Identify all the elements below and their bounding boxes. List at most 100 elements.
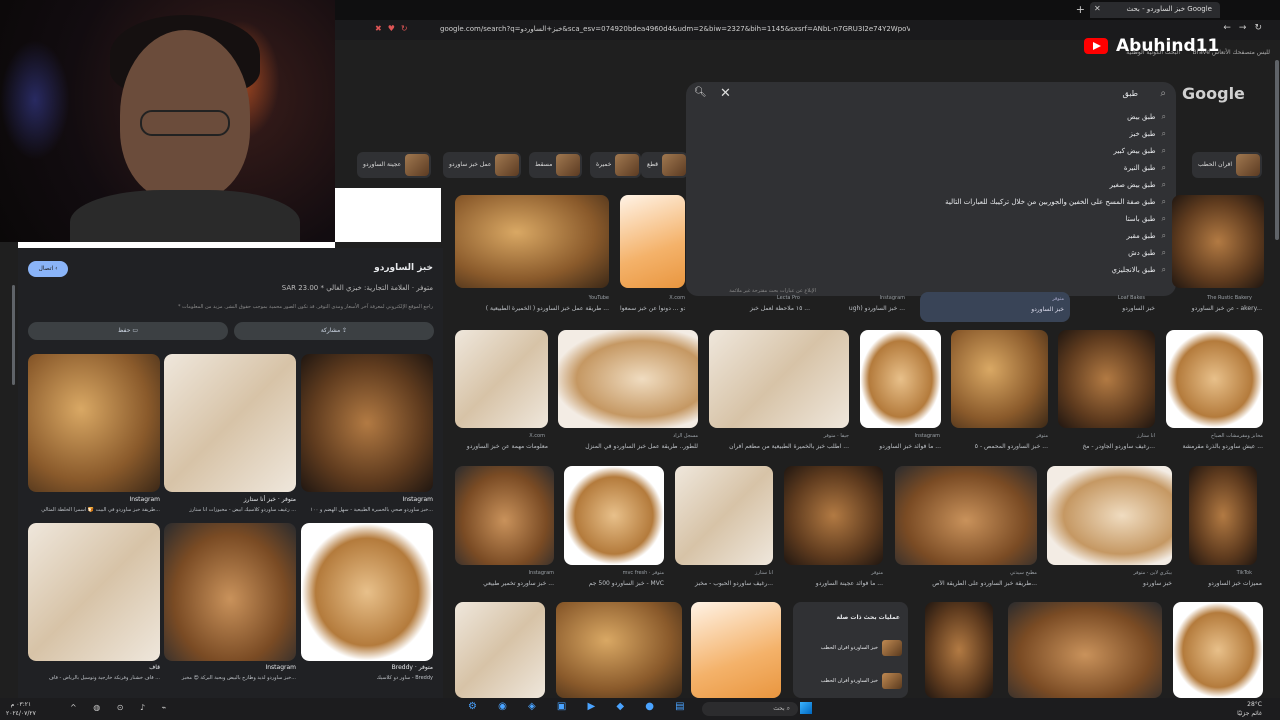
result-caption[interactable]: خبز الساوردو	[1080, 305, 1155, 312]
result-caption[interactable]: ما فوائد خبز الساوردو ...	[860, 443, 941, 450]
result-caption[interactable]: عيش ساوردو بالذرة مقرمشة ...	[1166, 443, 1263, 450]
result-selected[interactable]: متوفر خبز الساوردو	[920, 292, 1070, 322]
navigation-icons[interactable]: ←→↻	[1223, 23, 1270, 33]
result-caption[interactable]: طريقة عمل خبز الساوردو ( الخميرة الطبيعي…	[455, 305, 609, 312]
panel-image-caption[interactable]: خبز ساوردو صحي بالخميرة الطبيعية - سهل ا…	[301, 507, 433, 513]
panel-image[interactable]	[28, 354, 160, 492]
chip[interactable]: عمل خبز ساوردو	[443, 152, 522, 178]
suggestion-item[interactable]: طبق باستا ⌕	[1126, 214, 1166, 231]
search-icon[interactable]: 🔍︎	[694, 87, 707, 98]
panel-image-caption[interactable]: ساور دو كلاسيك - Breddy	[301, 675, 433, 681]
panel-title[interactable]: خبز الساوردو	[374, 263, 433, 273]
suggestion-item[interactable]: طبق صفة المسح على الخفين والجوربين من خل…	[945, 197, 1166, 214]
panel-image[interactable]	[301, 354, 433, 492]
taskbar-clock[interactable]: ٠٣:٢١ م ٢٠٢٤/٠٧/٢٧	[6, 700, 36, 718]
result-caption[interactable]: خبز ساوردو	[1047, 580, 1172, 587]
tab-close-icon[interactable]: ✕	[1094, 4, 1101, 13]
result-caption[interactable]: خبز الساوردو 500 جم - MVC	[564, 580, 664, 587]
result-caption[interactable]: خبز الساوردو ... دونوا عن خبز سمعوا	[620, 305, 685, 312]
search-input[interactable]: طبق	[1123, 89, 1138, 98]
result-image[interactable]	[455, 330, 548, 428]
tab-google-search[interactable]: ✕ خبز الساوردو - بحث Google	[1090, 2, 1220, 18]
result-image[interactable]	[620, 195, 685, 288]
result-caption[interactable]: ما فوائد عجينة الساوردو ...	[784, 580, 883, 587]
result-image[interactable]	[1058, 330, 1155, 428]
result-image[interactable]	[1166, 330, 1263, 428]
chip[interactable]: مسقط	[529, 152, 583, 178]
taskbar-apps[interactable]: ⚙ ◉ ◈ ▣ ▶ ◆ ● ▤ ◧	[468, 701, 724, 712]
page-scrollbar[interactable]	[1275, 60, 1279, 240]
google-logo[interactable]: Google	[1182, 84, 1245, 103]
panel-image-source: قاف	[149, 664, 160, 671]
panel-image[interactable]	[301, 523, 433, 661]
result-image[interactable]	[556, 602, 682, 698]
suggestion-report-link[interactable]: الإبلاغ عن عبارات بحث مقترحة غير ملائمة	[729, 288, 816, 294]
suggestion-item[interactable]: طبق بالانجليزي ⌕	[1111, 265, 1166, 282]
result-image[interactable]	[558, 330, 698, 428]
clear-search-icon[interactable]: ✕	[720, 86, 731, 101]
taskbar-search[interactable]: بحث ⌕	[702, 702, 798, 716]
panel-image[interactable]	[164, 523, 296, 661]
back-button[interactable]: اتصال ‹	[28, 261, 68, 277]
result-image[interactable]	[895, 466, 1037, 565]
system-tray-icons[interactable]: ^ ◍ ⊙ ♪ ⌁	[70, 703, 173, 712]
result-caption[interactable]: رغيف ساوردو الحبوب - مخبز...	[675, 580, 773, 587]
result-image[interactable]	[951, 330, 1048, 428]
result-image[interactable]	[1172, 195, 1264, 288]
result-image[interactable]	[1008, 602, 1162, 698]
result-caption[interactable]: اطلب خبز بالخميرة الطبيعية من مطعم أفران…	[709, 443, 849, 450]
result-caption[interactable]: رغيف ساوردو الجاودر - مخ...	[1058, 443, 1155, 450]
related-search-item[interactable]: خبز الساوردو أفران الحطب	[821, 678, 878, 684]
result-source: X.com	[529, 433, 545, 439]
result-caption[interactable]: مميزات خبز الساوردو	[1180, 580, 1262, 587]
result-image[interactable]	[784, 466, 883, 565]
panel-image-caption[interactable]: رغيف ساوردو كلاسيك ابيض - مخبوزات انا ست…	[164, 507, 296, 513]
save-button[interactable]: حفظ ▭	[28, 322, 228, 340]
suggestion-item[interactable]: طبق خبز ⌕	[1129, 129, 1166, 146]
url-field[interactable]: google.com/search?q=خبز+الساوردو&sca_esv…	[440, 23, 910, 37]
extension-icons[interactable]: ✖♥↻	[375, 24, 414, 33]
result-image[interactable]	[1047, 466, 1172, 565]
result-image[interactable]	[675, 466, 773, 565]
panel-image-caption[interactable]: طريقة خبز ساوردو في البيت 🍞 أسمرا الخلطة…	[28, 507, 160, 513]
suggestion-item[interactable]: طبق بيض ⌕	[1127, 112, 1166, 129]
result-image[interactable]	[455, 195, 609, 288]
suggestion-item[interactable]: طبق دش ⌕	[1128, 248, 1166, 265]
result-caption[interactable]: معلومات مهمة عن خبز الساوردو	[455, 443, 548, 450]
weather-widget[interactable]: 28°C غائم جزئيًا	[1237, 700, 1262, 718]
chip[interactable]: عجينة الساوردو	[357, 152, 432, 178]
result-image[interactable]	[564, 466, 664, 565]
result-image[interactable]	[455, 602, 545, 698]
result-image[interactable]	[691, 602, 781, 698]
panel-image[interactable]	[164, 354, 296, 492]
panel-image-caption[interactable]: قاف خشنار وفرنكة خارجية وتوسيل بالرياض -…	[28, 675, 160, 681]
related-search-item[interactable]: خبز الساوردو افران الحطب	[821, 645, 878, 651]
result-caption[interactable]: خبز ساوردو تخمير طبيعي ...	[455, 580, 554, 587]
result-caption[interactable]: للطور.. طريقة عمل خبز الساوردو في المنزل	[558, 443, 698, 450]
result-image[interactable]	[455, 466, 554, 565]
result-caption[interactable]: ugh) خبز الساوردو ...	[825, 305, 905, 312]
result-caption[interactable]: خبز الساوردو المحمص - ٥ ...	[951, 443, 1048, 450]
windows-start-icon[interactable]	[800, 702, 812, 714]
share-button[interactable]: مشاركة ⇪	[234, 322, 434, 340]
panel-image[interactable]	[28, 523, 160, 661]
chip[interactable]: قطع	[641, 152, 688, 178]
result-image[interactable]	[709, 330, 849, 428]
search-box[interactable]: 🔍︎ ✕ طبق ⌕	[686, 82, 1176, 108]
suggestion-item[interactable]: طبق مقبر ⌕	[1127, 231, 1167, 248]
result-image[interactable]	[860, 330, 941, 428]
suggestion-item[interactable]: طبق بيض صغير ⌕	[1110, 180, 1166, 197]
search-icon: ⌕	[1161, 265, 1166, 274]
result-caption[interactable]: عن خبز الساوردو - akery...	[1150, 305, 1262, 312]
panel-image-caption[interactable]: خبز ساوردو لذيذ وطازج بالبيض وبحبة البرك…	[164, 675, 296, 681]
result-caption[interactable]: ١٥ ملاحظة لعمل خبز ...	[740, 305, 810, 312]
result-image[interactable]	[925, 602, 993, 698]
chip[interactable]: خميرة	[590, 152, 642, 178]
panel-scrollbar[interactable]	[12, 285, 15, 385]
result-source: Instagram	[879, 295, 905, 301]
result-image[interactable]	[1173, 602, 1263, 698]
chip[interactable]: افران الحطب	[1191, 152, 1262, 178]
result-caption[interactable]: طريقة خبز الساوردو على الطريقة الأص...	[895, 580, 1037, 587]
result-image[interactable]	[1189, 466, 1257, 565]
new-tab-button[interactable]: +	[1076, 3, 1085, 16]
